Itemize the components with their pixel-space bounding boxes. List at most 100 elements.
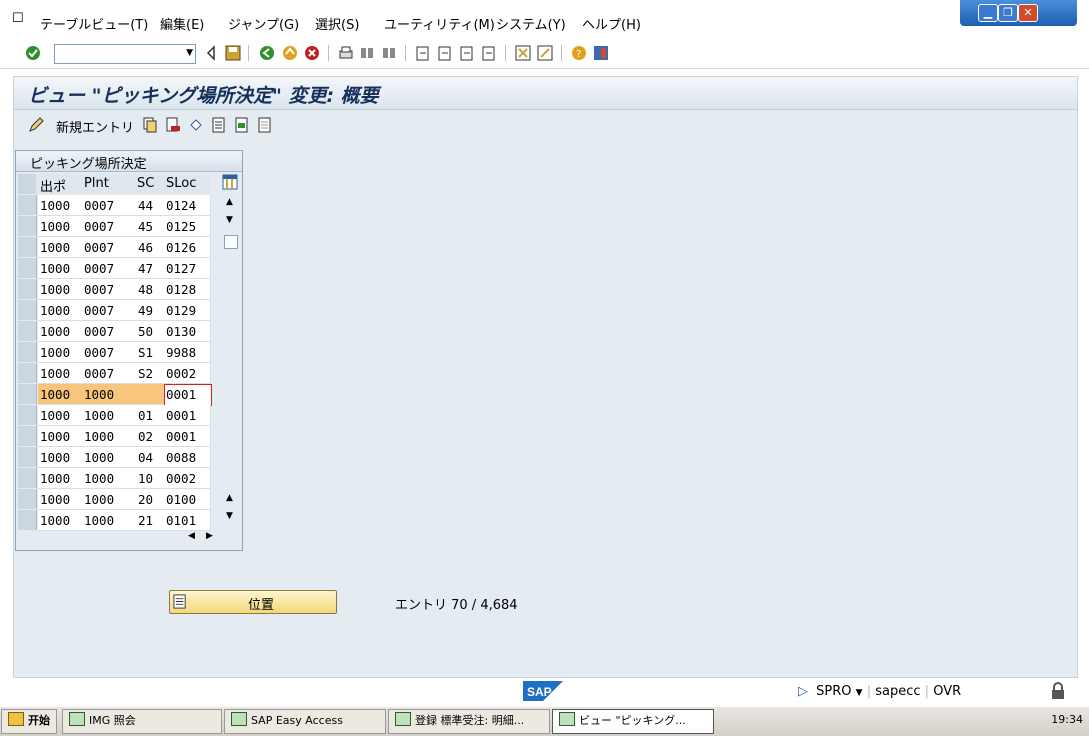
- menu-help[interactable]: ヘルプ(H): [582, 14, 641, 33]
- cell-storage-condition[interactable]: 50: [138, 322, 153, 342]
- cell-plant[interactable]: 0007: [84, 217, 114, 237]
- menu-table-view[interactable]: テーブルビュー(T): [40, 14, 148, 33]
- cell-storage-condition[interactable]: 47: [138, 259, 153, 279]
- table-row[interactable]: 1000 0007 50 0130: [18, 321, 211, 342]
- row-selector[interactable]: [18, 489, 37, 509]
- restore-button[interactable]: ❐: [998, 4, 1018, 22]
- scroll-page-up-icon[interactable]: ▲: [226, 493, 233, 503]
- next-page-icon[interactable]: [458, 44, 476, 62]
- cell-storage-condition[interactable]: 20: [138, 490, 153, 510]
- cell-storage-condition[interactable]: 04: [138, 448, 153, 468]
- table-settings-icon[interactable]: [222, 174, 238, 190]
- cell-storage-location[interactable]: 0101: [166, 511, 196, 531]
- table-row[interactable]: 1000 0007 46 0126: [18, 237, 211, 258]
- cell-shipping-point[interactable]: 1000: [40, 511, 70, 531]
- status-triangle-icon[interactable]: ▷: [798, 684, 808, 699]
- cell-shipping-point[interactable]: 1000: [40, 196, 70, 216]
- cell-storage-location[interactable]: 9988: [166, 343, 196, 363]
- vertical-scrollbar[interactable]: ▲ ▼ ▲ ▼: [223, 195, 238, 523]
- cell-shipping-point[interactable]: 1000: [40, 406, 70, 426]
- menu-goto[interactable]: ジャンプ(G): [228, 14, 299, 33]
- table-row[interactable]: 1000 0007 48 0128: [18, 279, 211, 300]
- task-img[interactable]: IMG 照会: [62, 709, 222, 734]
- table-row[interactable]: 1000 0007 45 0125: [18, 216, 211, 237]
- create-session-icon[interactable]: [514, 44, 532, 62]
- row-selector[interactable]: [18, 447, 37, 467]
- minimize-button[interactable]: ▁: [978, 4, 998, 22]
- cell-storage-location[interactable]: 0001: [166, 427, 196, 447]
- cell-plant[interactable]: 1000: [84, 511, 114, 531]
- cell-storage-location[interactable]: 0130: [166, 322, 196, 342]
- task-sales-order[interactable]: 登録 標準受注: 明細...: [388, 709, 550, 734]
- task-sap-easy-access[interactable]: SAP Easy Access: [224, 709, 386, 734]
- cell-plant[interactable]: 0007: [84, 322, 114, 342]
- cell-storage-location[interactable]: 0002: [166, 469, 196, 489]
- clock[interactable]: 19:34: [1051, 713, 1083, 726]
- cell-shipping-point[interactable]: 1000: [40, 490, 70, 510]
- cell-plant[interactable]: 0007: [84, 259, 114, 279]
- row-selector[interactable]: [18, 321, 37, 341]
- row-selector[interactable]: [18, 468, 37, 488]
- select-block-icon[interactable]: [234, 117, 250, 133]
- cell-shipping-point[interactable]: 1000: [40, 448, 70, 468]
- menu-utilities[interactable]: ユーティリティ(M): [384, 14, 495, 33]
- scroll-left-icon[interactable]: ◀: [188, 531, 195, 541]
- cell-storage-condition[interactable]: 45: [138, 217, 153, 237]
- copy-icon[interactable]: [142, 117, 158, 133]
- cell-plant[interactable]: 1000: [84, 469, 114, 489]
- previous-page-icon[interactable]: [436, 44, 454, 62]
- cell-storage-location[interactable]: 0001: [166, 385, 196, 405]
- print-icon[interactable]: [337, 44, 355, 62]
- table-row[interactable]: 1000 1000 21 0101: [18, 510, 211, 531]
- pencil-icon[interactable]: [28, 117, 44, 133]
- cancel-icon[interactable]: [303, 44, 321, 62]
- cell-plant[interactable]: 1000: [84, 385, 114, 405]
- select-all-icon[interactable]: [211, 117, 227, 133]
- cell-storage-location[interactable]: 0001: [166, 406, 196, 426]
- table-row[interactable]: 1000 1000 01 0001: [18, 405, 211, 426]
- cell-storage-condition[interactable]: 46: [138, 238, 153, 258]
- row-selector[interactable]: [18, 426, 37, 446]
- cell-storage-condition-box[interactable]: [136, 384, 165, 405]
- cell-storage-condition[interactable]: 01: [138, 406, 153, 426]
- scroll-right-icon[interactable]: ▶: [206, 531, 213, 541]
- start-button[interactable]: 开始: [1, 709, 57, 734]
- cell-storage-condition[interactable]: 49: [138, 301, 153, 321]
- cell-storage-condition[interactable]: S2: [138, 364, 153, 384]
- cell-plant[interactable]: 0007: [84, 238, 114, 258]
- menu-select[interactable]: 選択(S): [315, 14, 359, 33]
- cell-shipping-point[interactable]: 1000: [40, 217, 70, 237]
- cell-shipping-point[interactable]: 1000: [40, 301, 70, 321]
- cell-storage-condition[interactable]: 02: [138, 427, 153, 447]
- command-field[interactable]: ▼: [54, 44, 196, 64]
- exit-icon[interactable]: [281, 44, 299, 62]
- row-selector[interactable]: [18, 237, 37, 257]
- menu-edit[interactable]: 編集(E): [160, 14, 204, 33]
- position-button[interactable]: 位置: [169, 590, 337, 614]
- cell-plant[interactable]: 1000: [84, 427, 114, 447]
- cell-plant[interactable]: 1000: [84, 490, 114, 510]
- table-row[interactable]: 1000 0007 S2 0002: [18, 363, 211, 384]
- cell-shipping-point[interactable]: 1000: [40, 427, 70, 447]
- column-header-storage-location[interactable]: SLoc: [166, 176, 196, 191]
- table-row[interactable]: 1000 0007 44 0124: [18, 195, 211, 216]
- cell-shipping-point[interactable]: 1000: [40, 343, 70, 363]
- row-selector[interactable]: [18, 405, 37, 425]
- find-icon[interactable]: [358, 44, 376, 62]
- select-all-rows-cell[interactable]: [18, 174, 36, 194]
- cell-storage-location[interactable]: 0127: [166, 259, 196, 279]
- first-page-icon[interactable]: [414, 44, 432, 62]
- row-selector[interactable]: [18, 258, 37, 278]
- table-row[interactable]: 1000 1000 04 0088: [18, 447, 211, 468]
- scroll-page-down-icon[interactable]: ▼: [226, 215, 233, 225]
- last-page-icon[interactable]: [480, 44, 498, 62]
- cell-shipping-point[interactable]: 1000: [40, 259, 70, 279]
- transaction-dropdown-icon[interactable]: ▼: [856, 688, 863, 698]
- layout-menu-icon[interactable]: [592, 44, 610, 62]
- cell-shipping-point[interactable]: 1000: [40, 469, 70, 489]
- cell-plant[interactable]: 0007: [84, 343, 114, 363]
- table-row[interactable]: 1000 1000 10 0002: [18, 468, 211, 489]
- row-selector[interactable]: [18, 384, 37, 404]
- save-icon[interactable]: [224, 44, 242, 62]
- cell-storage-location[interactable]: 0129: [166, 301, 196, 321]
